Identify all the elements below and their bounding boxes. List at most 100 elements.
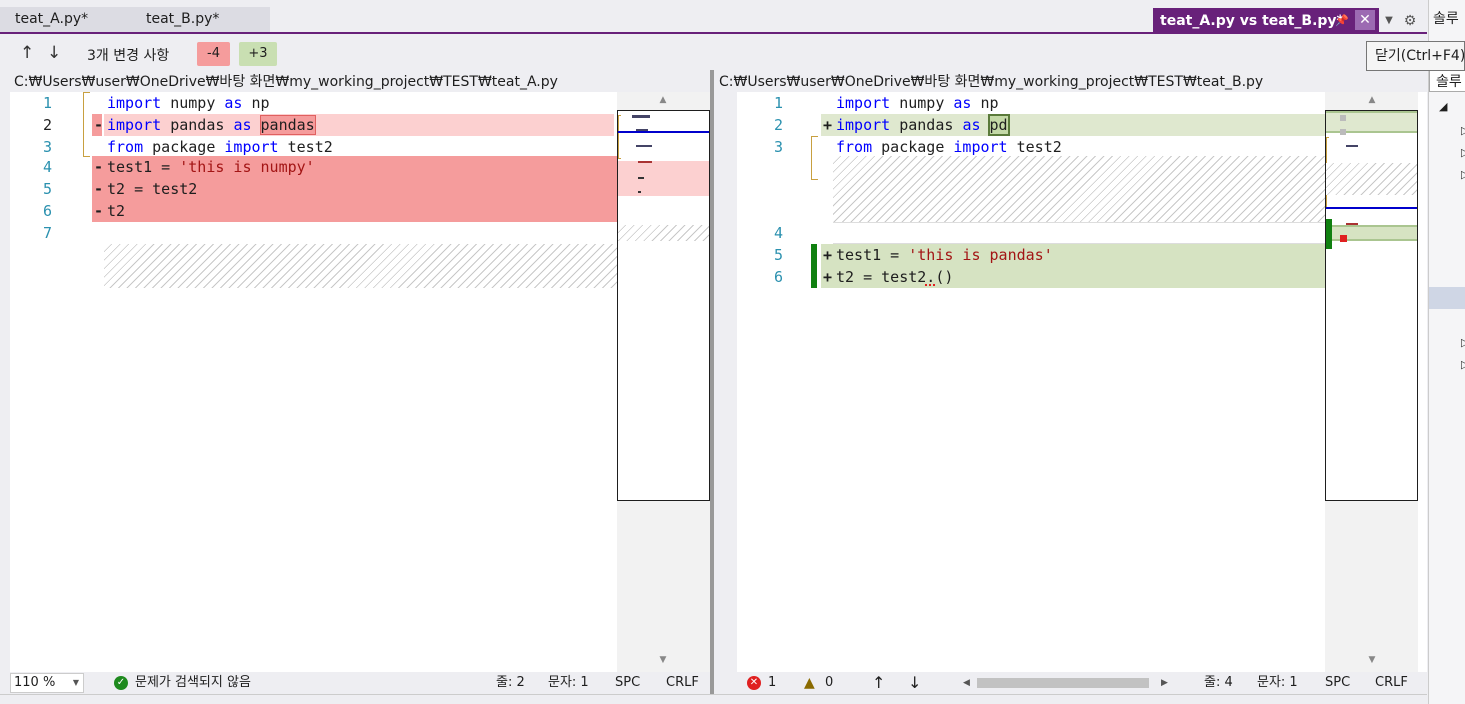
minimap-viewport-line: [1326, 207, 1417, 209]
collapsed-arrow-icon[interactable]: ▷: [1461, 336, 1465, 349]
code-line[interactable]: + import pandas as pd: [823, 114, 1010, 136]
char-indicator[interactable]: 문자: 1: [548, 672, 589, 694]
scroll-down-icon[interactable]: ▼: [1364, 655, 1380, 665]
warning-icon[interactable]: ▲: [804, 672, 815, 694]
code-token: package: [143, 138, 225, 156]
whitespace-indicator[interactable]: SPC: [1325, 672, 1350, 694]
line-number: 7: [42, 224, 52, 242]
code-minimap[interactable]: [1325, 110, 1418, 501]
scroll-right-icon[interactable]: ▶: [1161, 672, 1168, 694]
code-token: pandas: [161, 116, 234, 134]
whitespace-indicator[interactable]: SPC: [615, 672, 640, 694]
issues-status[interactable]: 문제가 검색되지 않음: [135, 672, 251, 694]
code-token: as: [953, 94, 972, 112]
scroll-left-icon[interactable]: ◀: [963, 672, 970, 694]
code-token: 'this is numpy': [179, 158, 315, 176]
alignment-filler: [104, 244, 617, 288]
scroll-down-icon[interactable]: ▼: [655, 655, 671, 665]
code-line[interactable]: import numpy as np: [836, 92, 999, 114]
warning-count[interactable]: 0: [825, 672, 833, 694]
minimap-viewport-line: [618, 131, 709, 133]
code-token: t2 = test2.(): [836, 268, 954, 286]
char-indicator[interactable]: 문자: 1: [1257, 672, 1298, 694]
previous-change-button[interactable]: ↑: [20, 43, 34, 63]
line-number: 2: [42, 116, 52, 134]
code-minimap[interactable]: [617, 110, 710, 501]
line-indicator[interactable]: 줄: 4: [1204, 672, 1233, 694]
line-ending-indicator[interactable]: CRLF: [1375, 672, 1408, 694]
change-count: 3개 변경 사항: [87, 48, 170, 64]
line-number: 6: [773, 268, 783, 286]
expand-arrow-icon[interactable]: ◢: [1439, 100, 1447, 113]
right-file-path: C:₩Users₩user₩OneDrive₩바탕 화면₩my_working_…: [719, 72, 1424, 92]
collapsed-arrow-icon[interactable]: ▷: [1461, 168, 1465, 181]
added-marker: +: [823, 116, 833, 134]
line-indicator[interactable]: 줄: 2: [496, 672, 525, 694]
line-number: 5: [42, 180, 52, 198]
code-token: package: [872, 138, 954, 156]
bottom-edge: [0, 694, 1427, 704]
line-ending-indicator[interactable]: CRLF: [666, 672, 699, 694]
code-line[interactable]: - t2: [94, 200, 125, 222]
error-icon[interactable]: ✕: [747, 676, 761, 690]
zoom-value: 110 %: [14, 675, 56, 690]
code-line[interactable]: from package import test2: [107, 136, 333, 158]
left-editor-pane[interactable]: 1234567 import numpy as np - import pandas…: [10, 92, 710, 672]
check-icon: ✓: [114, 676, 128, 690]
pin-icon[interactable]: 📌: [1331, 8, 1353, 34]
code-line[interactable]: + test1 = 'this is pandas': [823, 244, 1053, 266]
code-token: test2: [1007, 138, 1062, 156]
diff-toolbar: ↑ ↓ 3개 변경 사항 -4 +3: [0, 36, 1427, 71]
code-line[interactable]: - t2 = test2: [94, 178, 197, 200]
solution-search-input[interactable]: 솔루: [1429, 70, 1465, 92]
removed-marker: -: [94, 202, 104, 220]
previous-issue-icon[interactable]: ↑: [872, 672, 885, 694]
collapsed-arrow-icon[interactable]: ▷: [1461, 358, 1465, 371]
code-token: import: [107, 116, 162, 134]
removed-marker: -: [94, 158, 104, 176]
next-change-button[interactable]: ↓: [47, 43, 61, 63]
code-line[interactable]: - test1 = 'this is numpy': [94, 156, 315, 178]
code-token: test1 =: [836, 246, 909, 264]
code-token: test2: [278, 138, 333, 156]
solution-explorer-title[interactable]: 솔루: [1433, 8, 1459, 28]
scroll-up-icon[interactable]: ▲: [1364, 95, 1380, 105]
left-status-bar: 110 % ▼ ✓ 문제가 검색되지 않음 줄: 2 문자: 1 SPC CRL…: [10, 672, 710, 694]
scroll-up-icon[interactable]: ▲: [655, 95, 671, 105]
code-line[interactable]: + t2 = test2.(): [823, 266, 954, 288]
pane-splitter[interactable]: [710, 70, 714, 694]
line-number: 4: [773, 224, 783, 242]
code-token: 'this is pandas': [908, 246, 1053, 264]
right-editor-pane[interactable]: 123456 import numpy as np + import pandas …: [737, 92, 1427, 672]
code-token: np: [242, 94, 270, 112]
line-number: 4: [42, 158, 52, 176]
tab-teat-a[interactable]: teat_A.py*: [0, 7, 136, 32]
removed-count-badge[interactable]: -4: [197, 42, 230, 66]
removed-marker: -: [94, 180, 104, 198]
tab-list-dropdown-icon[interactable]: ▼: [1382, 8, 1396, 34]
code-token: pandas: [890, 116, 963, 134]
zoom-select[interactable]: 110 % ▼: [10, 673, 84, 693]
selected-item[interactable]: [1429, 287, 1465, 309]
added-gutter-bar: [811, 244, 817, 288]
code-token: import: [224, 138, 279, 156]
code-line[interactable]: import numpy as np: [107, 92, 270, 114]
code-token: import: [107, 94, 162, 112]
code-token: as: [224, 94, 243, 112]
next-issue-icon[interactable]: ↓: [908, 672, 921, 694]
left-file-path: C:₩Users₩user₩OneDrive₩바탕 화면₩my_working_…: [14, 72, 708, 92]
tab-teat-b[interactable]: teat_B.py*: [131, 7, 270, 32]
code-line[interactable]: from package import test2: [836, 136, 1062, 158]
code-token: import: [953, 138, 1008, 156]
added-count-badge[interactable]: +3: [239, 42, 277, 66]
code-line[interactable]: - import pandas as pandas: [94, 114, 316, 136]
collapsed-arrow-icon[interactable]: ▷: [1461, 124, 1465, 137]
code-token: numpy: [161, 94, 225, 112]
horizontal-scrollbar-thumb[interactable]: [977, 678, 1149, 688]
collapsed-arrow-icon[interactable]: ▷: [1461, 146, 1465, 159]
code-token: import: [836, 116, 891, 134]
close-tab-button[interactable]: ✕: [1355, 10, 1375, 30]
error-count[interactable]: 1: [768, 672, 776, 694]
gear-icon[interactable]: ⚙: [1401, 8, 1419, 34]
